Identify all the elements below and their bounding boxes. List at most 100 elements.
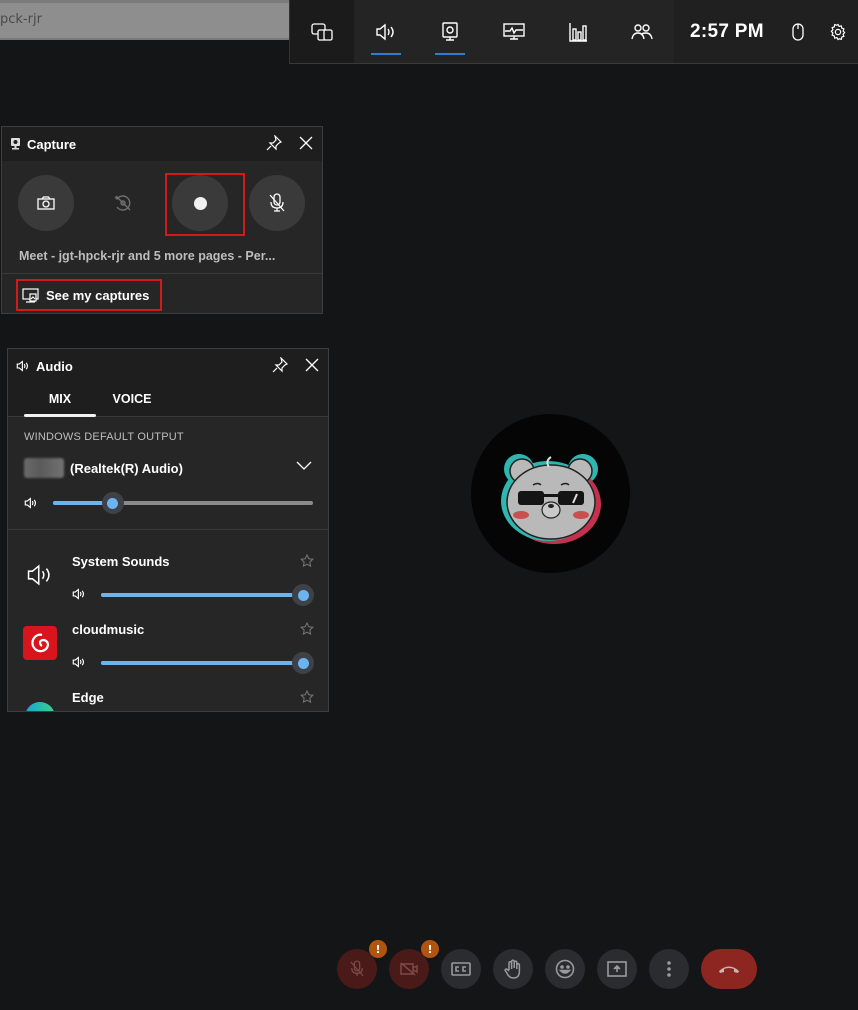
pin-icon — [266, 134, 283, 151]
app-icon — [23, 558, 57, 592]
slider-fill — [101, 593, 303, 597]
speaker-icon — [16, 360, 29, 372]
gamebar-capture-button[interactable] — [418, 0, 482, 63]
camera-icon — [37, 196, 55, 210]
raise-hand-button[interactable] — [493, 949, 533, 989]
mic-toggle-button[interactable] — [249, 175, 305, 231]
gallery-icon — [22, 287, 39, 303]
slider-thumb[interactable] — [292, 584, 314, 606]
captions-button[interactable] — [441, 949, 481, 989]
settings-button[interactable] — [818, 0, 858, 63]
tab-voice[interactable]: VOICE — [96, 383, 168, 417]
more-options-button[interactable] — [649, 949, 689, 989]
edge-icon — [25, 702, 55, 711]
camera-button[interactable]: ! — [389, 940, 439, 989]
capture-title: Capture — [27, 136, 77, 152]
active-indicator — [435, 53, 465, 55]
warning-badge: ! — [369, 940, 387, 958]
speaker-icon — [376, 23, 394, 40]
netease-cloudmusic-icon — [23, 626, 57, 660]
clock: 2:57 PM — [690, 20, 764, 42]
mouse-button[interactable] — [778, 0, 818, 63]
slider-fill — [101, 661, 303, 665]
browser-address-bar[interactable]: pck-rjr — [0, 0, 289, 40]
audio-title: Audio — [36, 358, 73, 374]
star-icon[interactable] — [300, 690, 314, 704]
more-vert-icon — [667, 961, 671, 977]
present-screen-icon — [607, 961, 627, 977]
record-that-disabled-icon — [114, 195, 131, 211]
participant-avatar — [471, 414, 630, 573]
close-button[interactable] — [304, 357, 320, 377]
bar-chart-icon — [569, 22, 587, 42]
see-my-captures-label: See my captures — [46, 287, 150, 303]
volume-icon — [24, 497, 37, 509]
chevron-down-icon — [296, 461, 312, 470]
audio-tabs: MIX VOICE — [8, 383, 328, 417]
volume-icon — [72, 588, 85, 600]
volume-icon — [72, 656, 85, 668]
reactions-button[interactable] — [545, 949, 585, 989]
app-name: System Sounds — [72, 554, 170, 569]
capture-icon — [442, 21, 458, 41]
gamebar-resources-button[interactable] — [546, 0, 610, 63]
widget-menu-icon — [311, 22, 333, 41]
slider-thumb[interactable] — [101, 492, 124, 514]
close-icon — [299, 136, 313, 150]
output-device-name: (Realtek(R) Audio) — [70, 460, 183, 476]
master-volume-row — [8, 487, 328, 523]
speaker-icon — [27, 564, 50, 586]
address-text: pck-rjr — [0, 12, 42, 27]
record-last-30s-button[interactable] — [95, 175, 151, 231]
present-button[interactable] — [597, 949, 637, 989]
audio-header[interactable]: Audio — [8, 349, 328, 383]
divider — [8, 529, 328, 530]
start-recording-button[interactable] — [172, 175, 228, 231]
gamebar-performance-button[interactable] — [482, 0, 546, 63]
pin-button[interactable] — [266, 134, 283, 155]
capture-source-label: Meet - jgt-hpck-rjr and 5 more pages - P… — [19, 249, 276, 263]
close-icon — [305, 358, 319, 372]
output-device-dropdown[interactable]: (Realtek(R) Audio) — [8, 449, 328, 487]
gamebar-audio-button[interactable] — [354, 0, 418, 63]
output-section-label: WINDOWS DEFAULT OUTPUT — [24, 431, 184, 443]
audio-widget: Audio MIX VOICE WINDOWS DEFAULT OUTPUT (… — [7, 348, 329, 712]
app-name: Edge — [72, 690, 104, 705]
close-button[interactable] — [298, 135, 314, 155]
see-my-captures-button[interactable]: See my captures — [16, 279, 162, 311]
meeting-controls: ! ! — [0, 940, 858, 991]
master-volume-slider[interactable] — [53, 492, 313, 514]
leave-call-button[interactable] — [701, 949, 757, 989]
capture-header[interactable]: Capture — [2, 127, 322, 161]
app-volume-slider[interactable] — [101, 584, 314, 606]
star-icon[interactable] — [300, 554, 314, 568]
divider — [2, 273, 322, 274]
capture-widget: Capture Meet - jgt-hpck-rjr and 5 more p… — [1, 126, 323, 314]
captions-icon — [451, 962, 471, 976]
gear-icon — [830, 23, 846, 40]
xbox-game-bar: 2:57 PM — [289, 0, 858, 64]
camera-off-icon — [400, 962, 418, 976]
widget-menu-button[interactable] — [290, 0, 354, 63]
cloudmusic-logo — [31, 633, 50, 653]
slider-thumb[interactable] — [292, 652, 314, 674]
redacted-device-name — [24, 458, 64, 478]
microphone-button[interactable]: ! — [337, 940, 387, 989]
hang-up-icon — [719, 966, 739, 973]
app-volume-slider[interactable] — [101, 652, 314, 674]
pin-icon — [272, 356, 289, 373]
capture-widget-icon — [11, 138, 20, 150]
people-icon — [631, 23, 653, 39]
app-row-edge: Edge — [8, 678, 328, 711]
app-row-cloudmusic: cloudmusic — [8, 610, 328, 678]
active-indicator — [371, 53, 401, 55]
gamebar-social-button[interactable] — [610, 0, 674, 63]
warning-badge: ! — [421, 940, 439, 958]
tab-mix[interactable]: MIX — [24, 383, 96, 417]
star-icon[interactable] — [300, 622, 314, 636]
hand-icon — [504, 959, 521, 979]
emoji-icon — [555, 959, 575, 979]
screenshot-button[interactable] — [18, 175, 74, 231]
bear-avatar-image — [500, 453, 601, 544]
pin-button[interactable] — [272, 356, 289, 377]
